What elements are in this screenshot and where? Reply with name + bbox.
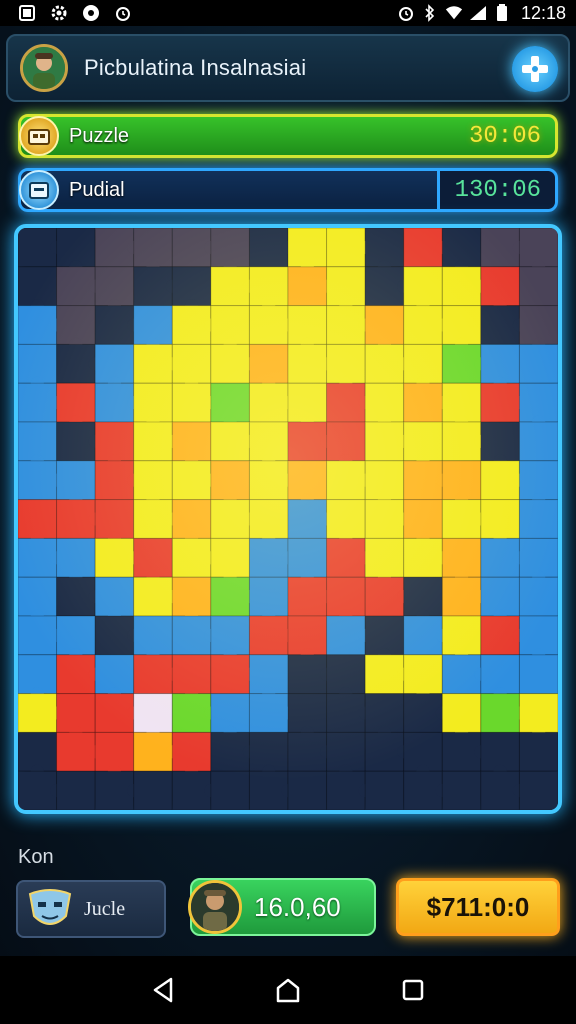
system-nav-bar [0, 956, 576, 1024]
puzzle-box-icon [19, 116, 59, 156]
back-triangle-icon [153, 977, 172, 1003]
score-value: 16.0,60 [254, 891, 341, 922]
puzzle-timer-bar: Puzzle 30:06 [18, 114, 558, 158]
wifi-icon [445, 4, 463, 22]
status-right-icons: 12:18 [397, 3, 566, 24]
player-avatar[interactable] [20, 44, 68, 92]
alarm-icon [114, 4, 132, 22]
price-button[interactable]: $711:0:0 [396, 878, 560, 936]
status-clock: 12:18 [520, 2, 566, 23]
pudial-timer-bar: Pudial 130:06 [18, 168, 558, 212]
puzzle-label: Puzzle [69, 124, 130, 147]
header-bar: Picbulatina Insalnasiai [6, 34, 570, 102]
dpad-menu-button[interactable] [512, 46, 558, 92]
dpad-icon [522, 56, 548, 82]
puzzle-board[interactable] [14, 224, 562, 814]
pudial-timer: 130:06 [454, 176, 541, 204]
signal-icon [469, 4, 487, 22]
nav-back-button[interactable] [143, 970, 183, 1010]
character-avatar [188, 880, 242, 934]
alarm-icon [397, 4, 415, 22]
board-glow [18, 228, 558, 810]
home-icon [276, 978, 300, 1003]
jucle-card-button[interactable]: Jucle [16, 880, 166, 938]
gear-icon [50, 4, 68, 22]
status-bar: 12:18 [0, 0, 576, 26]
puzzle-grid[interactable] [18, 228, 558, 810]
puzzle-timer: 30:06 [468, 122, 541, 150]
image-icon [18, 4, 36, 22]
app-icon [82, 4, 100, 22]
section-label: Kon [18, 846, 54, 868]
box-icon [19, 170, 59, 210]
game-screen: Picbulatina Insalnasiai Puzzle 30:06 Pud… [0, 26, 576, 956]
status-left-icons [18, 4, 132, 22]
bluetooth-icon [421, 4, 439, 22]
page-title: Picbulatina Insalnasiai [84, 55, 307, 80]
score-display: 16.0,60 [188, 878, 376, 936]
mask-icon [28, 889, 72, 925]
battery-icon [493, 4, 511, 22]
card-label: Jucle [84, 897, 126, 920]
nav-home-button[interactable] [268, 970, 308, 1010]
recents-square-icon [403, 979, 424, 1001]
price-label: $711:0:0 [426, 891, 530, 922]
pudial-label: Pudial [69, 178, 125, 201]
nav-recents-button[interactable] [393, 970, 433, 1010]
